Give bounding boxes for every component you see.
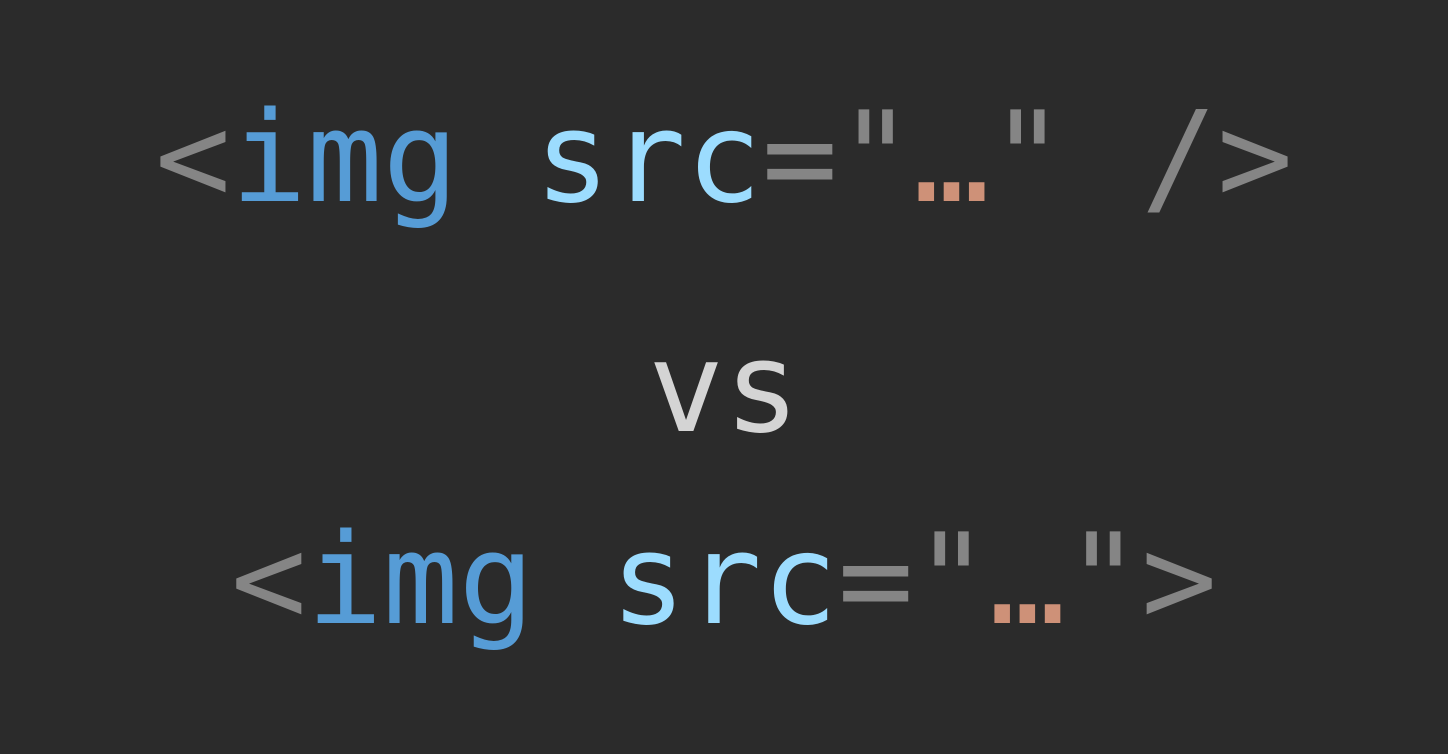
attribute-name: src	[610, 506, 838, 653]
attribute-value: …	[989, 506, 1066, 653]
self-closing-end: " />	[989, 84, 1293, 231]
attribute-name: src	[534, 84, 762, 231]
attribute-value: …	[913, 84, 990, 231]
self-closing-img-tag: <img src="…" />	[0, 95, 1448, 221]
versus-label: vs	[648, 314, 800, 461]
open-angle-bracket: <	[230, 506, 307, 653]
equals-quote: ="	[837, 506, 990, 653]
tag-end: ">	[1065, 506, 1218, 653]
void-img-tag: <img src="…">	[0, 517, 1448, 643]
equals-quote: ="	[761, 84, 914, 231]
tag-name: img	[230, 84, 459, 231]
open-angle-bracket: <	[155, 84, 231, 231]
tag-name: img	[306, 506, 535, 653]
code-comparison-canvas: <img src="…" /> vs <img src="…">	[0, 0, 1448, 754]
